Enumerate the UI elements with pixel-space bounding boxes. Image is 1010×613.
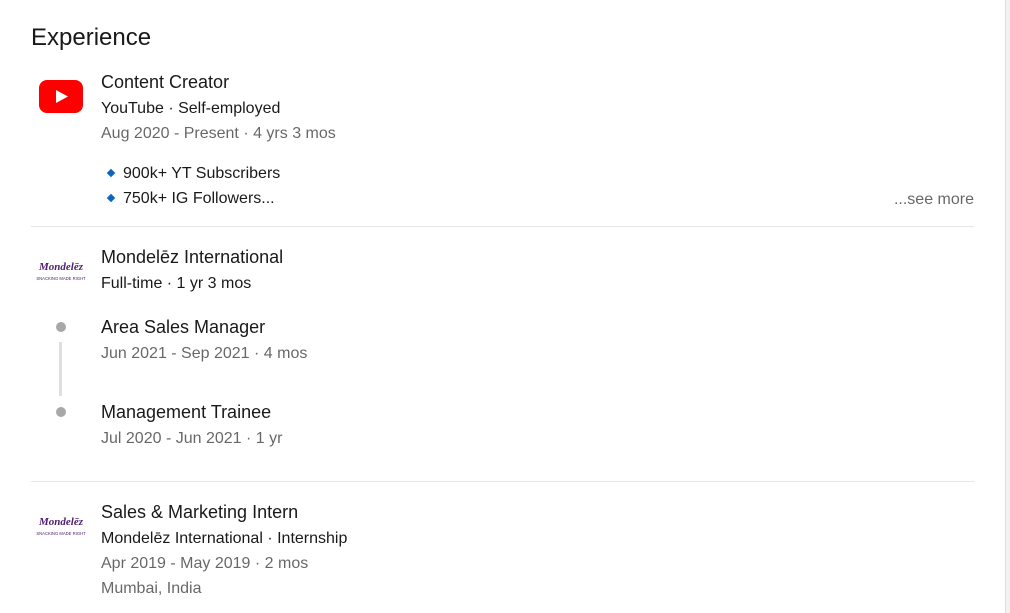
date-range: Apr 2019 - May 2019 · 2 mos [101,555,309,572]
company-employment-type: Mondelēz International · Internship [101,530,348,547]
divider [31,226,974,227]
location: Mumbai, India [101,580,202,597]
timeline-dot [56,322,66,332]
svg-text:SNACKING MADE RIGHT: SNACKING MADE RIGHT [36,276,86,281]
mondelez-logo-icon[interactable]: Mondelēz SNACKING MADE RIGHT [34,514,88,538]
divider [31,481,974,482]
role-title[interactable]: Management Trainee [101,402,271,423]
mondelez-logo-icon[interactable]: Mondelēz SNACKING MADE RIGHT [34,259,88,283]
description-bullet: 900k+ YT Subscribers [99,165,280,183]
bullet-diamond-icon [106,168,116,178]
svg-text:Mondelēz: Mondelēz [38,516,84,528]
see-more-link[interactable]: ...see more [894,191,974,209]
role-title[interactable]: Area Sales Manager [101,317,265,338]
company-employment-type: YouTube · Self-employed [101,100,281,117]
job-title[interactable]: Sales & Marketing Intern [101,502,298,523]
bullet-diamond-icon [106,193,116,203]
job-title[interactable]: Content Creator [101,72,229,93]
timeline-dot [56,407,66,417]
role-dates: Jul 2020 - Jun 2021 · 1 yr [101,430,283,447]
experience-card: Experience Content Creator YouTube · Sel… [0,0,1006,613]
timeline-line [59,342,62,396]
company-name[interactable]: Mondelēz International [101,247,283,268]
svg-text:Mondelēz: Mondelēz [38,261,84,273]
youtube-logo-icon[interactable] [39,80,83,113]
date-range: Aug 2020 - Present · 4 yrs 3 mos [101,125,336,142]
svg-text:SNACKING MADE RIGHT: SNACKING MADE RIGHT [36,531,86,536]
role-dates: Jun 2021 - Sep 2021 · 4 mos [101,345,308,362]
section-title: Experience [31,24,152,51]
employment-summary: Full-time · 1 yr 3 mos [101,275,252,292]
description-bullet: 750k+ IG Followers... [99,190,275,208]
